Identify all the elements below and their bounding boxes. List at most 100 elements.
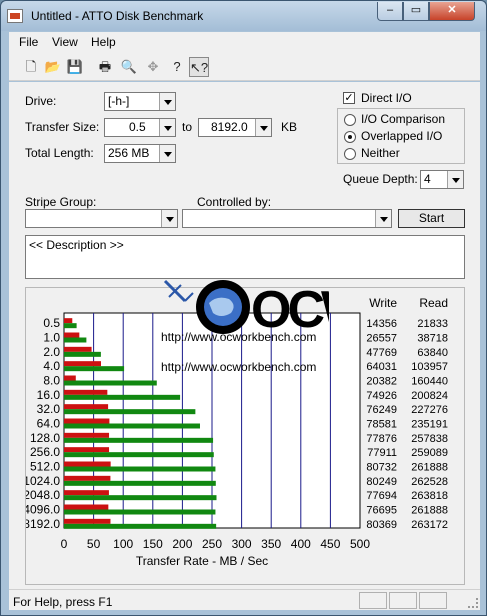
- y-tick-label: 8192.0: [26, 517, 60, 531]
- write-value: 47769: [366, 347, 397, 359]
- read-bar: [64, 452, 214, 458]
- read-bar: [64, 366, 125, 372]
- read-bar: [64, 509, 216, 515]
- write-bar: [64, 346, 92, 352]
- read-bar: [64, 351, 101, 357]
- y-tick-label: 0.5: [43, 316, 60, 330]
- chevron-down-icon[interactable]: [447, 171, 463, 188]
- transfer-from-value: 0.5: [129, 120, 146, 134]
- write-column-header: Write: [369, 296, 397, 310]
- print-icon[interactable]: 🖶: [95, 57, 115, 77]
- print-preview-icon[interactable]: 🔍: [119, 57, 139, 77]
- write-value: 77876: [366, 433, 397, 445]
- read-value: 63840: [417, 347, 448, 359]
- read-bar: [64, 423, 200, 429]
- total-length-value: 256 MB: [108, 146, 150, 160]
- write-bar: [64, 518, 111, 524]
- watermark: OCW http://www.ocworkbench.com http://ww…: [159, 279, 375, 375]
- read-bar: [64, 394, 181, 400]
- save-icon[interactable]: 💾: [65, 57, 85, 77]
- y-tick-label: 4.0: [43, 359, 60, 373]
- write-bar: [64, 461, 111, 467]
- start-button[interactable]: Start: [398, 209, 465, 228]
- io-comparison-radio[interactable]: [344, 114, 356, 126]
- x-tick-label: 150: [143, 537, 163, 551]
- write-bar: [64, 404, 109, 410]
- read-bar: [64, 409, 196, 415]
- y-tick-label: 2.0: [43, 345, 60, 359]
- read-bar: [64, 323, 77, 329]
- write-bar: [64, 475, 111, 481]
- direct-io-checkbox[interactable]: ✓: [343, 92, 355, 104]
- read-value: 259089: [411, 447, 448, 459]
- transfer-size-from-select[interactable]: 0.5: [104, 118, 176, 137]
- read-bar: [64, 495, 217, 501]
- write-bar: [64, 447, 110, 453]
- x-tick-label: 450: [320, 537, 340, 551]
- chevron-down-icon[interactable]: [161, 210, 177, 227]
- watermark-url-2: http://www.ocworkbench.com: [161, 360, 316, 374]
- write-value: 20382: [366, 376, 397, 388]
- maximize-button[interactable]: ▭: [403, 2, 429, 21]
- read-value: 257838: [411, 433, 448, 445]
- io-comparison-label: I/O Comparison: [361, 112, 446, 126]
- minimize-button[interactable]: –: [377, 2, 403, 21]
- drive-select[interactable]: [-h-]: [104, 92, 176, 111]
- help-icon[interactable]: ?: [167, 57, 187, 77]
- x-tick-label: 400: [291, 537, 311, 551]
- chevron-down-icon[interactable]: [159, 119, 175, 136]
- chevron-down-icon[interactable]: [159, 93, 175, 110]
- x-tick-label: 50: [87, 537, 101, 551]
- write-bar: [64, 432, 110, 438]
- y-tick-label: 8.0: [43, 374, 60, 388]
- controlled-by-select[interactable]: [182, 209, 392, 228]
- x-tick-label: 350: [261, 537, 281, 551]
- write-value: 78581: [366, 419, 397, 431]
- stripe-group-select[interactable]: [25, 209, 178, 228]
- antenna-icon: [163, 279, 194, 303]
- write-value: 77911: [367, 447, 397, 459]
- chevron-down-icon[interactable]: [375, 210, 391, 227]
- x-axis-label: Transfer Rate - MB / Sec: [136, 554, 268, 568]
- read-value: 263818: [411, 490, 448, 502]
- y-tick-label: 128.0: [30, 431, 60, 445]
- x-tick-label: 100: [113, 537, 133, 551]
- new-file-icon[interactable]: 🗋: [21, 57, 41, 77]
- write-bar: [64, 490, 109, 496]
- y-tick-label: 64.0: [37, 417, 61, 431]
- x-tick-label: 0: [61, 537, 68, 551]
- overlapped-io-radio[interactable]: [344, 131, 356, 143]
- y-tick-label: 2048.0: [26, 488, 60, 502]
- move-icon[interactable]: ✥: [143, 57, 163, 77]
- read-bar: [64, 437, 214, 443]
- neither-radio[interactable]: [344, 148, 356, 160]
- read-value: 200824: [411, 390, 448, 402]
- resize-grip[interactable]: [468, 598, 478, 608]
- chevron-down-icon[interactable]: [159, 145, 175, 162]
- read-value: 263172: [411, 519, 448, 531]
- read-bar: [64, 380, 157, 386]
- transfer-size-to-select[interactable]: 8192.0: [198, 118, 272, 137]
- status-cell-3: [419, 592, 447, 609]
- write-bar: [64, 418, 110, 424]
- menu-file[interactable]: File: [19, 35, 38, 49]
- description-textarea[interactable]: << Description >>: [25, 235, 465, 279]
- open-folder-icon[interactable]: 📂: [43, 57, 63, 77]
- menu-help[interactable]: Help: [91, 35, 116, 49]
- close-button[interactable]: ✕: [429, 2, 475, 21]
- chevron-down-icon[interactable]: [255, 119, 271, 136]
- title-bar[interactable]: Untitled - ATTO Disk Benchmark – ▭ ✕: [1, 1, 486, 31]
- total-length-select[interactable]: 256 MB: [104, 144, 176, 163]
- read-bar: [64, 337, 87, 343]
- write-bar: [64, 318, 73, 324]
- read-bar: [64, 523, 217, 529]
- read-value: 103957: [411, 361, 448, 373]
- read-value: 160440: [411, 376, 448, 388]
- overlapped-io-label: Overlapped I/O: [361, 129, 443, 143]
- write-value: 80732: [366, 462, 397, 474]
- read-value: 261888: [411, 462, 448, 474]
- status-text: For Help, press F1: [13, 595, 113, 609]
- queue-depth-select[interactable]: 4: [420, 170, 464, 189]
- menu-view[interactable]: View: [52, 35, 78, 49]
- context-help-icon[interactable]: ↖?: [189, 57, 209, 77]
